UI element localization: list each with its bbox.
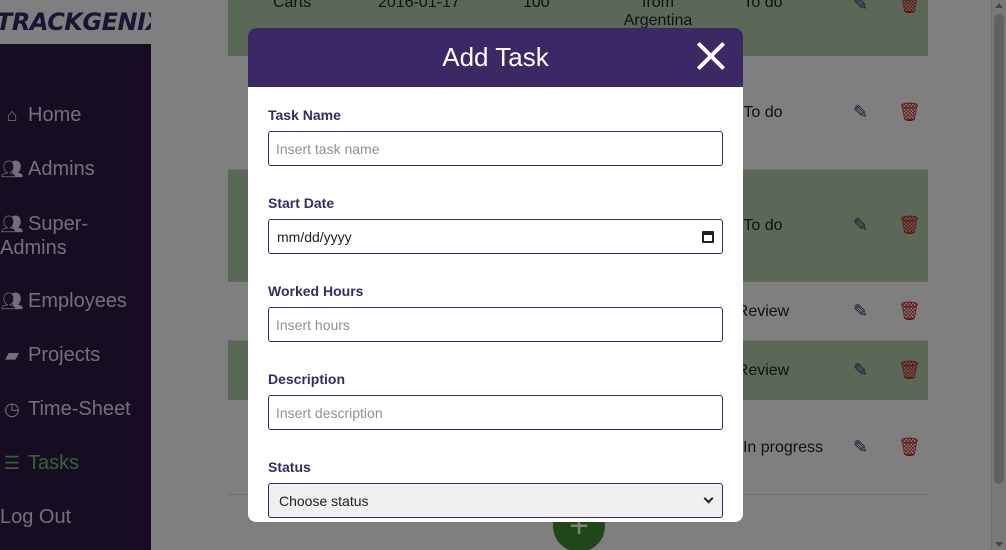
calendar-icon[interactable] — [702, 230, 714, 243]
modal-header: Add Task — [248, 28, 743, 87]
worked-hours-label: Worked Hours — [268, 283, 364, 299]
modal-title: Add Task — [442, 42, 549, 72]
task-name-input[interactable] — [268, 131, 723, 166]
start-date-group: Start Date mm/dd/yyyy — [268, 195, 723, 254]
start-date-input[interactable]: mm/dd/yyyy — [268, 219, 723, 254]
start-date-label: Start Date — [268, 195, 335, 211]
start-date-value: mm/dd/yyyy — [277, 228, 352, 245]
status-select-value: Choose status — [279, 492, 369, 509]
description-input[interactable] — [268, 395, 723, 430]
add-task-modal: Add Task Task Name Start Date mm/dd/yyyy… — [248, 28, 743, 522]
task-name-group: Task Name — [268, 107, 723, 166]
description-label: Description — [268, 371, 346, 387]
task-name-label: Task Name — [268, 107, 341, 123]
status-group: Status Choose status — [268, 459, 723, 518]
close-icon[interactable] — [693, 38, 729, 74]
app-root: TRACKGENIX ⌂ Home 👥︎ Admins 👥︎ Super- Ad… — [0, 0, 1006, 550]
status-label: Status — [268, 459, 311, 475]
description-group: Description — [268, 371, 723, 430]
worked-hours-input[interactable] — [268, 307, 723, 342]
chevron-down-icon — [703, 493, 714, 504]
status-select[interactable]: Choose status — [268, 483, 723, 518]
worked-hours-group: Worked Hours — [268, 283, 723, 342]
